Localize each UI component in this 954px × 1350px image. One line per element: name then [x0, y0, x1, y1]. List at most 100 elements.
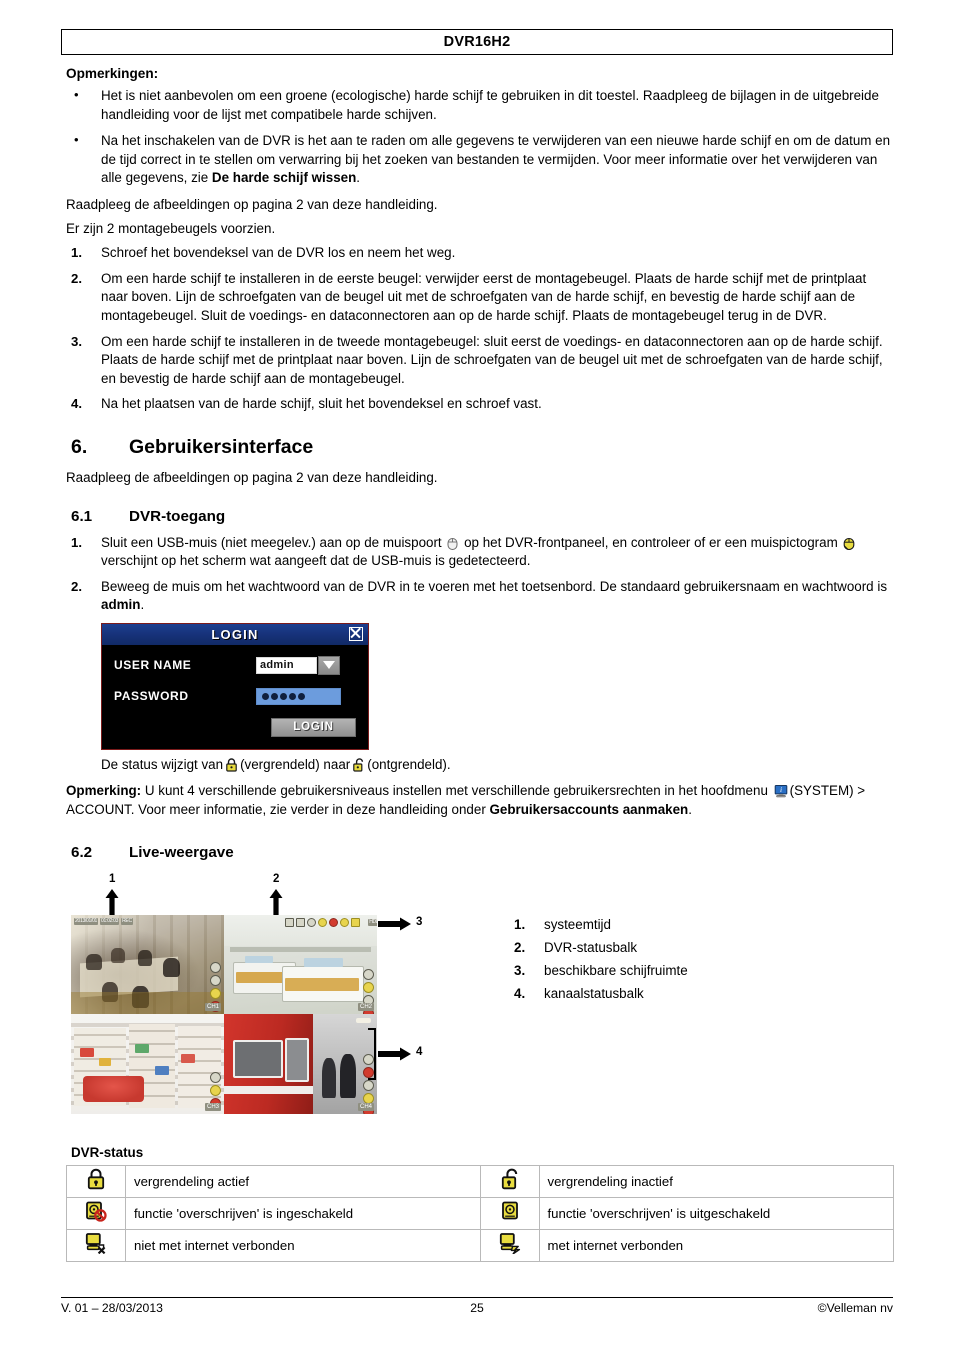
camera-icon-ptz[interactable]: [210, 1071, 221, 1083]
camera-icon-audio[interactable]: [210, 1084, 221, 1096]
callout-arrow-1: [105, 888, 119, 917]
section-6-heading: 6. Gebruikersinterface: [66, 436, 894, 459]
login-dialog-body: USER NAME admin PASSWORD LOGIN: [102, 645, 368, 749]
section-62-heading: 6.2 Live-weergave: [66, 844, 894, 861]
callout-label-1: 1: [109, 872, 116, 885]
document-page: DVR16H2 Opmerkingen: Het is niet aanbevo…: [0, 0, 954, 1350]
section-62-number: 6.2: [71, 843, 93, 861]
lock-closed-icon: [87, 1168, 105, 1189]
camera-label-ch2: CH2: [357, 1003, 374, 1012]
legend-item-1: systeemtijd: [514, 913, 611, 936]
callout-arrow-2: [269, 888, 283, 917]
password-dot: [262, 692, 269, 700]
section-6-number: 6.: [71, 435, 88, 458]
remark-label: Opmerking:: [66, 783, 142, 799]
chevron-down-icon: [323, 661, 335, 670]
callout-label-3: 3: [416, 915, 423, 928]
status-change-line: De status wijzigt van (vergrendeld) naar…: [101, 756, 451, 772]
lock-closed-text: vergrendeling actief: [125, 1164, 481, 1198]
network-connected-text: met internet verbonden: [538, 1228, 894, 1262]
camera-osd-ch1: 2013/01/01 01:02:03 REC: [74, 917, 133, 925]
login-submit-button[interactable]: LOGIN: [271, 717, 356, 737]
camera-tile-ch1[interactable]: 2013/01/01 01:02:03 REC CH1: [71, 914, 224, 1015]
notes-heading: Opmerkingen:: [66, 66, 159, 81]
live-view-legend: systeemtijd DVR-statusbalk beschikbare s…: [506, 913, 806, 1005]
install-steps-list: Schroef het bovendeksel van de DVR los e…: [66, 244, 894, 414]
camera-label-ch1: CH1: [204, 1003, 221, 1012]
osd-chip: REC: [121, 917, 133, 925]
hdd-overwrite-off-icon-cell: [479, 1196, 540, 1230]
camera-icon-zoom[interactable]: [210, 975, 221, 987]
section-62-title: Live-weergave: [129, 843, 234, 861]
legend-item-4: kanaalstatusbalk: [514, 982, 644, 1005]
camera-tile-ch2[interactable]: HDD CH2: [224, 914, 377, 1015]
camera-icon-ptz[interactable]: [210, 962, 221, 974]
table-row: niet met internet verbonden met internet…: [66, 1228, 894, 1262]
table-row: functie 'overschrijven' is ingeschakeld …: [66, 1196, 894, 1230]
install-step-4: Na het plaatsen van de harde schijf, slu…: [71, 395, 542, 413]
footer-copyright: ©Velleman nv: [817, 1301, 893, 1315]
install-step-1: Schroef het bovendeksel van de DVR los e…: [71, 244, 456, 262]
section-61-title: DVR-toegang: [129, 507, 226, 525]
camera-icon-ptz[interactable]: [363, 969, 374, 981]
password-label: PASSWORD: [114, 689, 189, 704]
dvr-status-title: DVR-status: [71, 1144, 144, 1160]
install-step-3: Om een harde schijf te installeren in de…: [71, 333, 883, 386]
camera-tile-ch3[interactable]: CH3: [71, 1014, 224, 1114]
hdd-overwrite-on-icon-cell: [66, 1196, 126, 1230]
login-dialog-wrapper: LOGIN USER NAME admin PASSWORD LOGIN: [101, 622, 894, 750]
svg-text:i: i: [780, 785, 782, 794]
network-disconnected-icon: [85, 1232, 106, 1254]
footer-divider: [61, 1297, 893, 1298]
osd-chip-hdd-space: HDD: [368, 918, 377, 926]
callout-arrow-4: [378, 1047, 411, 1061]
login-button-row: LOGIN: [114, 717, 356, 737]
user-name-input[interactable]: admin: [256, 656, 317, 674]
camera-tile-ch4[interactable]: CH4: [224, 1014, 377, 1114]
network-disconnected-icon-cell: [66, 1228, 126, 1262]
remark-paragraph: Opmerking: U kunt 4 verschillende gebrui…: [66, 783, 866, 818]
mouse-detected-icon: [844, 537, 855, 550]
page-content: Opmerkingen: Het is niet aanbevolen om e…: [66, 66, 894, 1262]
camera-icon-zoom[interactable]: [363, 1079, 374, 1091]
status-icon-alert: [329, 917, 339, 927]
camera-icon-audio[interactable]: [210, 988, 221, 1000]
header-title: DVR16H2: [443, 34, 511, 50]
camera-icon-audio[interactable]: [363, 982, 374, 994]
user-name-dropdown-button[interactable]: [318, 655, 340, 675]
lock-open-icon: [353, 758, 364, 772]
callout-label-2: 2: [273, 872, 280, 885]
status-icon-mouse: [318, 917, 328, 927]
status-icon-audio: [340, 917, 350, 927]
user-name-row: USER NAME admin: [114, 655, 356, 675]
status-icon-network: [296, 917, 306, 927]
footer-version: V. 01 – 28/03/2013: [61, 1301, 163, 1315]
access-step-2: Beweeg de muis om het wachtwoord van de …: [71, 578, 888, 613]
access-steps-list: Sluit een USB-muis (niet meegelev.) aan …: [66, 534, 894, 615]
password-dot: [271, 692, 278, 700]
page-footer: V. 01 – 28/03/2013 25 ©Velleman nv: [61, 1301, 893, 1315]
network-disconnected-text: niet met internet verbonden: [125, 1228, 481, 1262]
live-view-figure: 1 2 2013/01/01 01:02:03 REC CH1 HD CH2 C…: [66, 873, 894, 1123]
intro-line-2: Er zijn 2 montagebeugels voorzien.: [66, 220, 276, 236]
camera-label-ch4: CH4: [357, 1102, 374, 1111]
callout-arrow-3: [378, 917, 411, 931]
lock-open-icon: [501, 1168, 517, 1189]
login-button-label: LOGIN: [293, 721, 334, 734]
hdd-overwrite-off-text: functie 'overschrijven' is uitgeschakeld: [538, 1196, 894, 1230]
remark-bold-ref: Gebruikersaccounts aanmaken: [489, 802, 689, 818]
notes-list: Het is niet aanbevolen om een groene (ec…: [66, 86, 894, 188]
login-title-bar: LOGIN: [102, 623, 368, 645]
lock-open-text: vergrendeling inactief: [538, 1164, 894, 1198]
section-6-intro: Raadpleeg de afbeeldingen op pagina 2 va…: [66, 469, 438, 485]
default-credentials: admin: [101, 597, 141, 613]
close-icon[interactable]: [349, 626, 363, 641]
table-row: vergrendeling actief vergrendeling inact…: [66, 1164, 894, 1198]
login-dialog: LOGIN USER NAME admin PASSWORD LOGIN: [101, 622, 369, 750]
login-dialog-title: LOGIN: [211, 626, 259, 642]
access-step-1: Sluit een USB-muis (niet meegelev.) aan …: [66, 534, 894, 571]
section-61-number: 6.1: [71, 507, 93, 525]
note-item-1: Het is niet aanbevolen om een groene (ec…: [66, 86, 894, 124]
status-icon-disc: [307, 917, 317, 927]
password-input[interactable]: [256, 687, 341, 705]
